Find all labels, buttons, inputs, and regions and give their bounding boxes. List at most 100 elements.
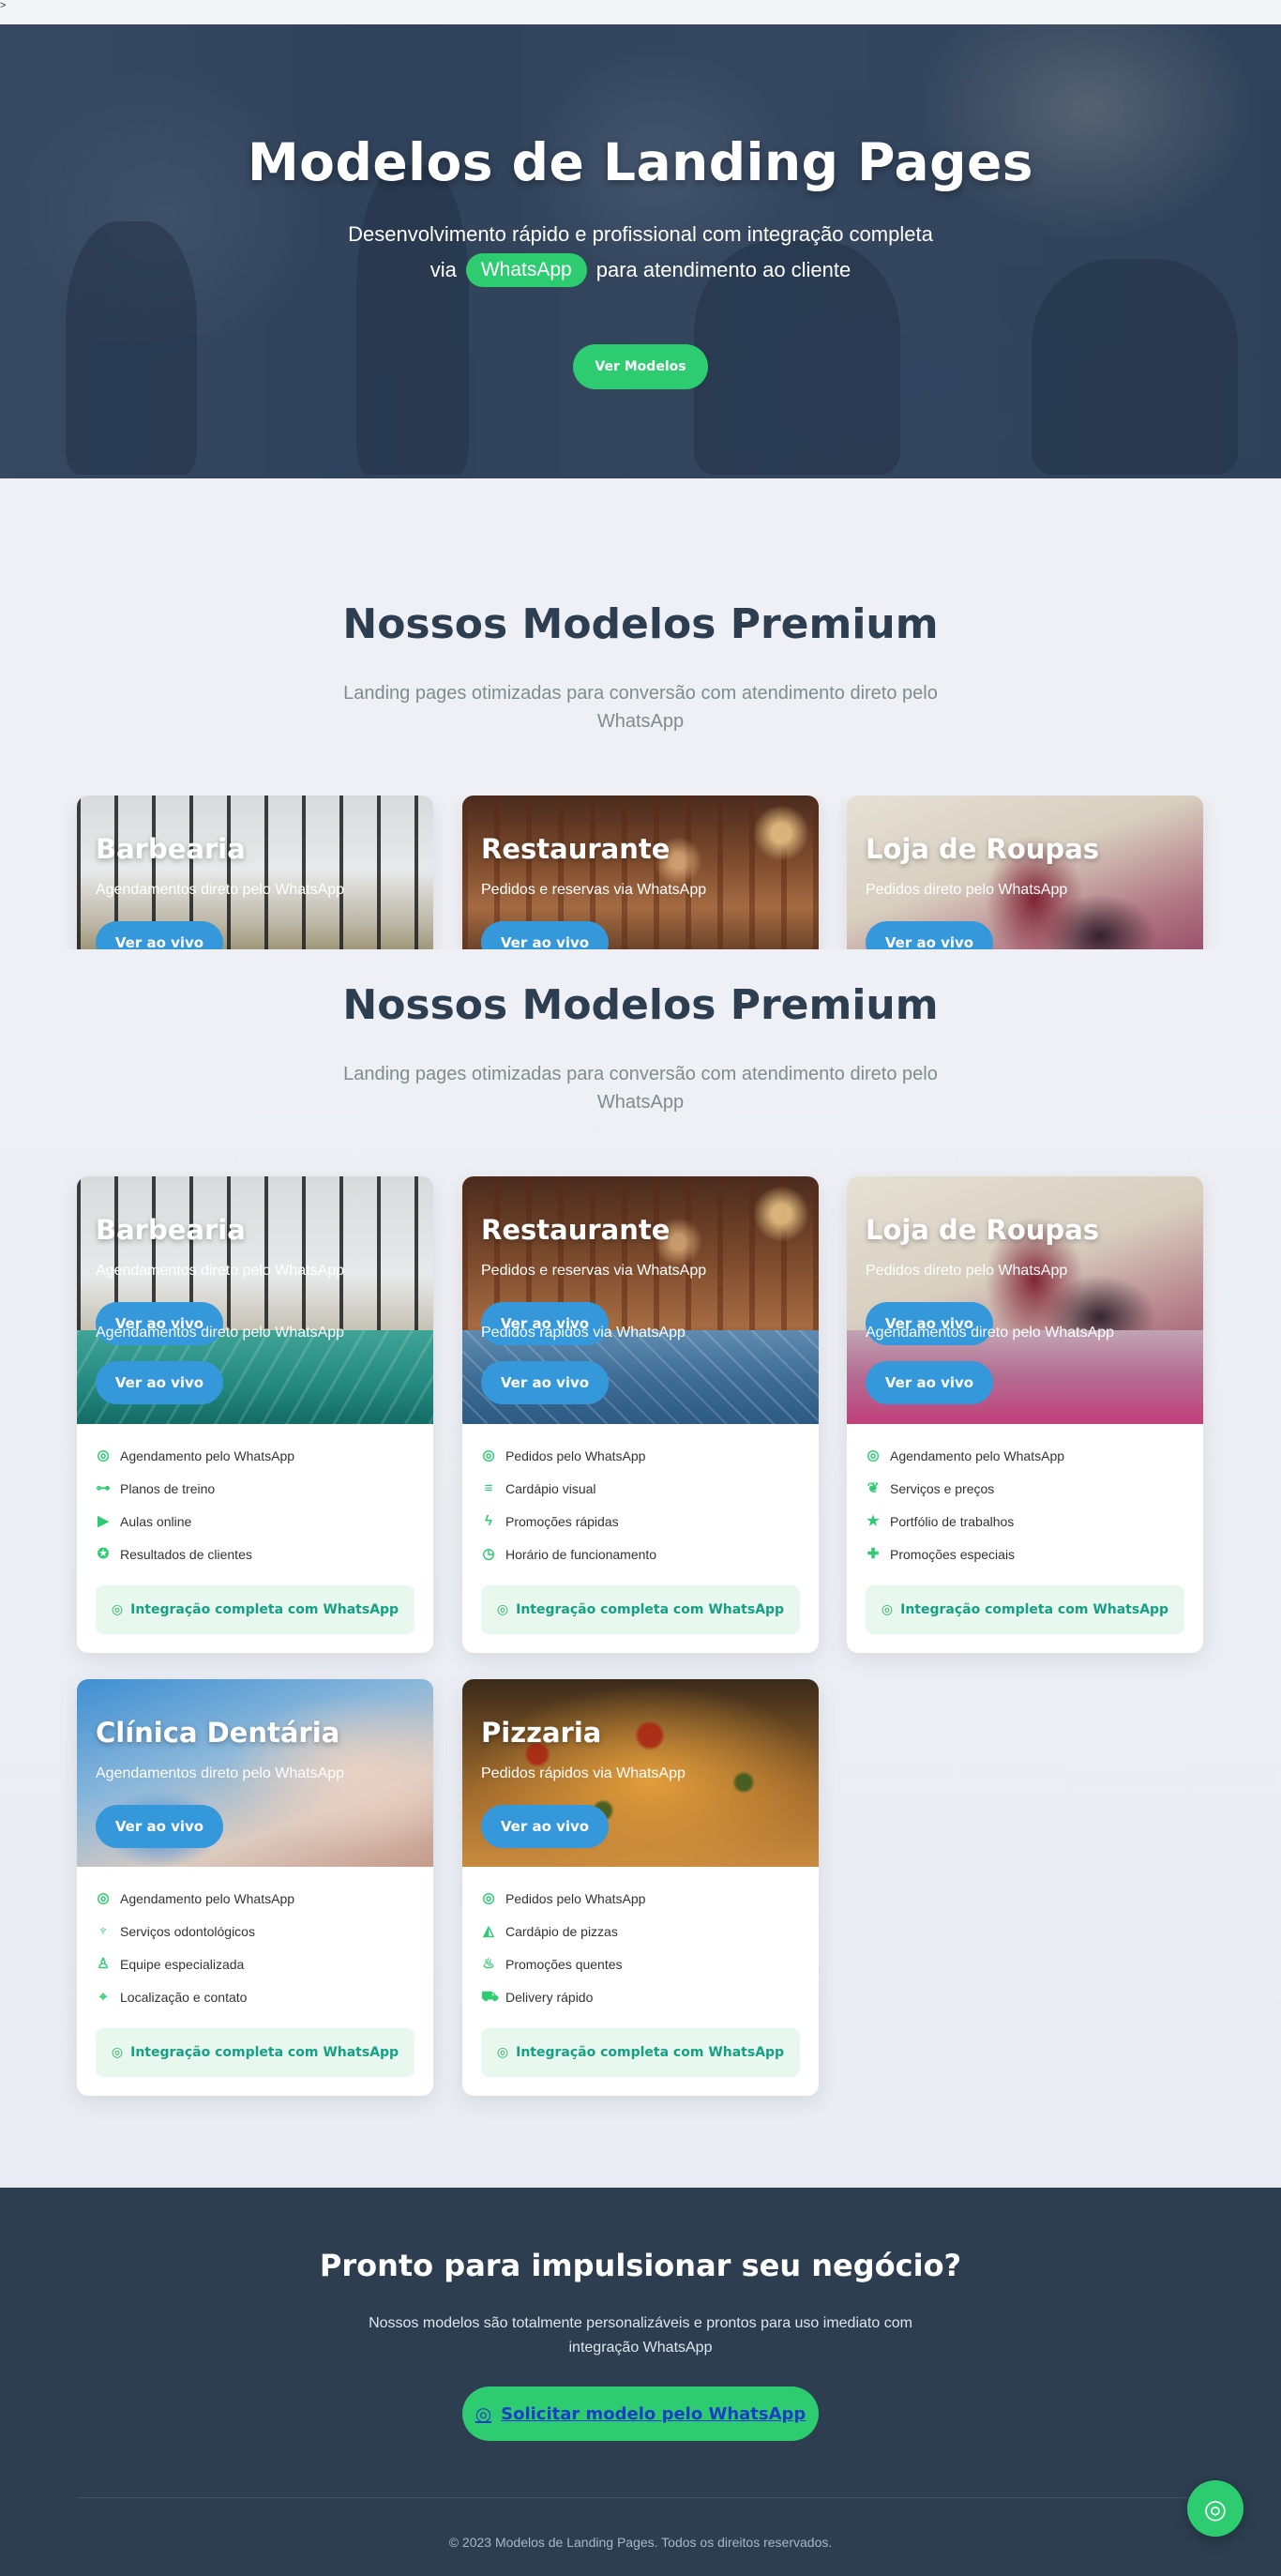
preview-card-loja-de-roupas: Loja de Roupas Pedidos direto pelo Whats… [847, 796, 1203, 949]
feature-item: ✪ Resultados de clientes [96, 1538, 414, 1570]
card-title: Restaurante [481, 1214, 671, 1246]
model-card-loja-de-roupas: Loja de Roupas Pedidos direto pelo Whats… [847, 1176, 1203, 1653]
stopwatch-icon: ◷ [482, 1545, 495, 1562]
preview-cards-strip: Barbearia Agendamentos direto pelo Whats… [0, 796, 1281, 949]
hero-subtitle-line1: Desenvolvimento rápido e profissional co… [348, 222, 933, 246]
card-tagline-secondary: Agendamentos direto pelo WhatsApp [96, 1325, 345, 1341]
feature-label: Agendamento pelo WhatsApp [120, 1890, 295, 1906]
card-body: ◎ Agendamento pelo WhatsApp ♆ Serviços odo… [77, 1867, 433, 2096]
whatsapp-icon: ◎ [881, 1602, 894, 1617]
card-tagline: Agendamentos direto pelo WhatsApp [96, 882, 345, 898]
integration-label: Integração completa com WhatsApp [130, 1602, 399, 1617]
feature-label: Horário de funcionamento [505, 1546, 657, 1562]
hero-overlay [0, 24, 1281, 478]
hero-banner: Modelos de Landing Pages Desenvolvimento… [0, 24, 1281, 478]
ver-ao-vivo-button-secondary[interactable]: Ver ao vivo [96, 1361, 223, 1404]
feature-item: ♙ Equipe especializada [96, 1947, 414, 1980]
whatsapp-icon: ◎ [867, 1447, 880, 1463]
preview-card-restaurante: Restaurante Pedidos e reservas via Whats… [462, 796, 819, 949]
integration-label: Integração completa com WhatsApp [516, 1602, 785, 1617]
model-card-clinica-dentaria: Clínica Dentária Agendamentos direto pel… [77, 1679, 433, 2096]
floating-whatsapp-button[interactable]: ◎ [1187, 2480, 1243, 2537]
whatsapp-highlight-pill: WhatsApp [465, 253, 587, 287]
feature-label: Agendamento pelo WhatsApp [120, 1447, 295, 1463]
feature-item: ▶ Aulas online [96, 1505, 414, 1538]
integration-label: Integração completa com WhatsApp [130, 2045, 399, 2060]
model-card-pizzaria: Pizzaria Pedidos rápidos via WhatsApp Ve… [462, 1679, 819, 2096]
feature-item: ◎ Agendamento pelo WhatsApp [96, 1882, 414, 1915]
hero-title: Modelos de Landing Pages [247, 132, 1034, 192]
feature-label: Localização e contato [120, 1989, 248, 2005]
feature-item: ◭ Cardápio de pizzas [481, 1915, 800, 1947]
ver-ao-vivo-button[interactable]: Ver ao vivo [481, 1805, 609, 1848]
ver-ao-vivo-button[interactable]: Ver ao vivo [481, 921, 609, 949]
feature-item: ⊶ Planos de treino [96, 1472, 414, 1505]
feature-label: Equipe especializada [120, 1956, 245, 1972]
feature-item: ≡ Cardápio visual [481, 1472, 800, 1505]
whatsapp-icon: ◎ [496, 2045, 509, 2060]
feature-label: Serviços odontológicos [120, 1923, 255, 1939]
feature-label: Cardápio visual [505, 1480, 596, 1496]
whatsapp-icon: ◎ [482, 1889, 495, 1906]
section-subtitle: Landing pages otimizadas para conversão … [343, 683, 938, 732]
cta-text: Nossos modelos são totalmente personaliz… [369, 2315, 912, 2356]
feature-label: Serviços e preços [890, 1480, 995, 1496]
card-image: Clínica Dentária Agendamentos direto pel… [77, 1679, 433, 1867]
medal-icon: ✪ [97, 1545, 110, 1562]
feature-item: ◎ Agendamento pelo WhatsApp [866, 1439, 1184, 1472]
card-title: Barbearia [96, 1214, 246, 1246]
feature-label: Aulas online [120, 1513, 192, 1529]
feature-item: ◎ Pedidos pelo WhatsApp [481, 1882, 800, 1915]
stray-text: > [0, 0, 7, 11]
burger-icon: ≡ [484, 1479, 493, 1496]
top-strip [0, 0, 1281, 24]
preview-card-barbearia: Barbearia Agendamentos direto pelo Whats… [77, 796, 433, 949]
ver-ao-vivo-button[interactable]: Ver ao vivo [96, 921, 223, 949]
whatsapp-icon: ◎ [482, 1447, 495, 1463]
feature-label: Cardápio de pizzas [505, 1923, 618, 1939]
section-subtitle: Landing pages otimizadas para conversão … [343, 1064, 938, 1113]
card-tagline-secondary: Pedidos rápidos via WhatsApp [481, 1325, 686, 1341]
whatsapp-icon: ◎ [1203, 2493, 1228, 2524]
card-title: Loja de Roupas [866, 833, 1100, 865]
section-title: Nossos Modelos Premium [342, 981, 939, 1029]
integration-badge: ◎ Integração completa com WhatsApp [866, 1585, 1184, 1634]
card-body: ◎ Agendamento pelo WhatsApp ⊶ Planos de tr… [77, 1424, 433, 1653]
spa-icon: ❦ [867, 1479, 880, 1496]
solicitar-modelo-button[interactable]: ◎ Solicitar modelo pelo WhatsApp [462, 2387, 819, 2441]
hero-subtitle-line2: via WhatsApp para atendimento ao cliente [0, 253, 1281, 287]
ver-ao-vivo-button[interactable]: Ver ao vivo [866, 921, 993, 949]
ver-ao-vivo-button-secondary[interactable]: Ver ao vivo [481, 1361, 609, 1404]
model-card-restaurante: Restaurante Pedidos e reservas via Whats… [462, 1176, 819, 1653]
whatsapp-icon: ◎ [496, 1602, 509, 1617]
card-tagline: Pedidos e reservas via WhatsApp [481, 1263, 707, 1279]
card-title: Loja de Roupas [866, 1214, 1100, 1246]
feature-item: ◎ Pedidos pelo WhatsApp [481, 1439, 800, 1472]
video-icon: ▶ [98, 1512, 109, 1529]
ver-ao-vivo-button-secondary[interactable]: Ver ao vivo [866, 1361, 993, 1404]
card-title: Barbearia [96, 833, 246, 865]
card-image: Restaurante Pedidos e reservas via Whats… [462, 1176, 819, 1424]
doctor-icon: ♙ [97, 1955, 110, 1972]
card-title: Clínica Dentária [96, 1717, 340, 1749]
integration-badge: ◎ Integração completa com WhatsApp [96, 2028, 414, 2077]
feature-label: Promoções especiais [890, 1546, 1016, 1562]
card-image: Loja de Roupas Pedidos direto pelo Whats… [847, 1176, 1203, 1424]
feature-item: ★ Portfólio de trabalhos [866, 1505, 1184, 1538]
hero-subtitle-suffix: para atendimento ao cliente [595, 258, 851, 281]
integration-label: Integração completa com WhatsApp [516, 2045, 785, 2060]
pizza-icon: ◭ [483, 1922, 494, 1939]
feature-item: ✚ Promoções especiais [866, 1538, 1184, 1570]
card-image: Barbearia Agendamentos direto pelo Whats… [77, 796, 433, 949]
bolt-icon: ϟ [485, 1512, 492, 1529]
card-image: Pizzaria Pedidos rápidos via WhatsApp Ve… [462, 1679, 819, 1867]
card-image: Loja de Roupas Pedidos direto pelo Whats… [847, 796, 1203, 949]
gift-icon: ✚ [867, 1545, 880, 1562]
feature-item: ⛟ Delivery rápido [481, 1980, 800, 2013]
ver-modelos-button[interactable]: Ver Modelos [573, 344, 708, 389]
card-tagline-secondary: Agendamentos direto pelo WhatsApp [866, 1325, 1115, 1341]
card-tagline: Pedidos direto pelo WhatsApp [866, 882, 1068, 898]
truck-icon: ⛟ [481, 1988, 499, 2005]
ver-ao-vivo-button[interactable]: Ver ao vivo [96, 1805, 223, 1848]
integration-badge: ◎ Integração completa com WhatsApp [96, 1585, 414, 1634]
